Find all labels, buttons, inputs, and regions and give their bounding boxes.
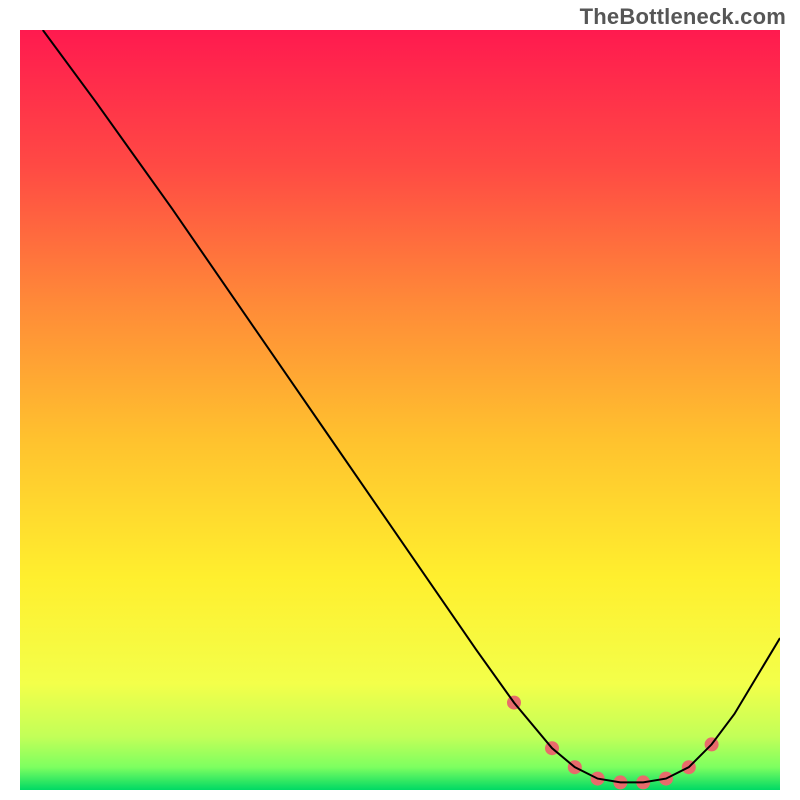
chart-svg: [20, 30, 780, 790]
chart-plot: [20, 30, 780, 790]
gradient-background: [20, 30, 780, 790]
chart-container: TheBottleneck.com: [0, 0, 800, 800]
attribution-text: TheBottleneck.com: [580, 4, 786, 30]
